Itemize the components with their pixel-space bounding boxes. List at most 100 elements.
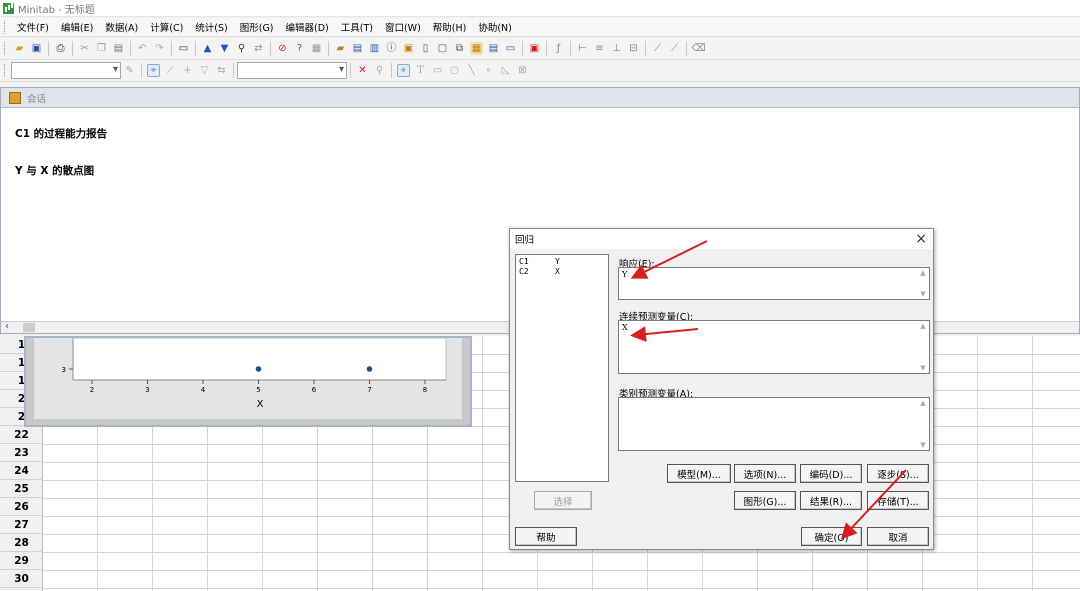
- graph-window[interactable]: 3 2 3 4 5 6 7 8 X: [24, 336, 472, 427]
- plus-icon[interactable]: +: [181, 64, 194, 77]
- data-icon[interactable]: ▥: [368, 42, 381, 55]
- graph-item-combo[interactable]: [11, 62, 121, 79]
- filter-icon[interactable]: ▽: [198, 64, 211, 77]
- session-icon[interactable]: ▰: [334, 42, 347, 55]
- cancel-button[interactable]: 取消: [867, 527, 929, 546]
- row-header[interactable]: 24: [0, 462, 43, 480]
- panel-icon[interactable]: ▭: [504, 42, 517, 55]
- pointer-icon[interactable]: ⌖: [397, 64, 410, 77]
- tree-icon[interactable]: ⊢: [576, 42, 589, 55]
- menu-tools[interactable]: 工具(T): [335, 20, 379, 34]
- row-header[interactable]: 30: [0, 570, 43, 588]
- report-icon[interactable]: ▯: [419, 42, 432, 55]
- close-icon[interactable]: ×: [915, 231, 927, 247]
- undo-icon[interactable]: ↶: [136, 42, 149, 55]
- brush-icon[interactable]: ⟋: [651, 42, 664, 55]
- menu-window[interactable]: 窗口(W): [379, 20, 427, 34]
- cancel-icon[interactable]: ⊘: [276, 42, 289, 55]
- options-button[interactable]: 选项(N)...: [734, 464, 796, 483]
- menu-editor[interactable]: 编辑器(D): [280, 20, 335, 34]
- fx-icon[interactable]: ƒ: [552, 42, 565, 55]
- session-output-line[interactable]: Y 与 X 的散点图: [15, 163, 107, 178]
- variable-item[interactable]: C2 X: [519, 267, 605, 277]
- eraser-icon[interactable]: ⌫: [691, 42, 705, 55]
- replace-icon[interactable]: ⇄: [252, 42, 265, 55]
- swap-icon[interactable]: ⇆: [215, 64, 228, 77]
- ellipse-icon[interactable]: ○: [448, 64, 461, 77]
- categorical-predictors-field[interactable]: ▲ ▼: [618, 397, 930, 451]
- close-all-icon[interactable]: ▣: [528, 42, 541, 55]
- graph-icon[interactable]: ▤: [351, 42, 364, 55]
- row-header[interactable]: 29: [0, 552, 43, 570]
- rectangle-icon[interactable]: ▭: [431, 64, 444, 77]
- cut-icon[interactable]: ✂: [78, 42, 91, 55]
- zoom-icon[interactable]: ⚲: [373, 64, 386, 77]
- model-button[interactable]: 模型(M)...: [667, 464, 731, 483]
- redo-icon[interactable]: ↷: [153, 42, 166, 55]
- polygon-icon[interactable]: ◺: [499, 64, 512, 77]
- scroll-down-icon[interactable]: ▼: [920, 290, 925, 298]
- menu-stat[interactable]: 统计(S): [189, 20, 233, 34]
- row-header[interactable]: 22: [0, 426, 43, 444]
- session-output-line[interactable]: C1 的过程能力报告: [15, 126, 107, 141]
- brush-tool-icon[interactable]: ⟋: [164, 64, 177, 77]
- menu-calc[interactable]: 计算(C): [144, 20, 189, 34]
- indent-icon[interactable]: ≡: [593, 42, 606, 55]
- down-arrow-icon[interactable]: ▼: [218, 42, 231, 55]
- delete-x-icon[interactable]: ✕: [356, 64, 369, 77]
- row-header[interactable]: 25: [0, 480, 43, 498]
- help-button[interactable]: 帮助: [515, 527, 577, 546]
- data-point[interactable]: [255, 366, 262, 372]
- tool-icon[interactable]: ⟋: [668, 42, 681, 55]
- open-icon[interactable]: ▰: [13, 42, 26, 55]
- select-button[interactable]: 选择: [534, 491, 592, 510]
- menu-assistant[interactable]: 协助(N): [472, 20, 518, 34]
- scroll-up-icon[interactable]: ▲: [920, 399, 925, 407]
- variable-item[interactable]: C1 Y: [519, 257, 605, 267]
- info-icon[interactable]: ▦: [310, 42, 323, 55]
- table-icon[interactable]: ⧉: [453, 42, 466, 55]
- menu-data[interactable]: 数据(A): [99, 20, 144, 34]
- menu-file[interactable]: 文件(F): [11, 20, 55, 34]
- row-header[interactable]: 27: [0, 516, 43, 534]
- text-icon[interactable]: T: [414, 64, 427, 77]
- help-icon[interactable]: ?: [293, 42, 306, 55]
- save-icon[interactable]: ▣: [30, 42, 43, 55]
- graph-font-combo[interactable]: [237, 62, 347, 79]
- project-icon[interactable]: ⓘ: [385, 42, 398, 55]
- chart-icon[interactable]: ⊥: [610, 42, 623, 55]
- data-point[interactable]: [366, 366, 373, 372]
- scroll-up-icon[interactable]: ▲: [920, 269, 925, 277]
- scroll-up-icon[interactable]: ▲: [920, 322, 925, 330]
- ok-button[interactable]: 确定(O): [801, 527, 862, 546]
- continuous-predictors-field[interactable]: X ▲ ▼: [618, 320, 930, 374]
- history-icon[interactable]: ▣: [402, 42, 415, 55]
- grid-icon[interactable]: ▦: [470, 42, 483, 55]
- dot-icon[interactable]: ∘: [482, 64, 495, 77]
- scroll-thumb[interactable]: [23, 323, 35, 332]
- edit-select-icon[interactable]: ✎: [123, 64, 136, 77]
- results-button[interactable]: 结果(R)...: [800, 491, 862, 510]
- scroll-down-icon[interactable]: ▼: [920, 364, 925, 372]
- scroll-down-icon[interactable]: ▼: [920, 441, 925, 449]
- response-field[interactable]: Y ▲ ▼: [618, 267, 930, 300]
- line-icon[interactable]: ╲: [465, 64, 478, 77]
- variable-list[interactable]: C1 Y C2 X: [515, 254, 609, 482]
- graphs-button[interactable]: 图形(G)...: [734, 491, 796, 510]
- stepwise-button[interactable]: 逐步(S)...: [867, 464, 929, 483]
- marker-icon[interactable]: ⊠: [516, 64, 529, 77]
- field-scrollbar[interactable]: ▲ ▼: [918, 269, 928, 298]
- row-header[interactable]: 28: [0, 534, 43, 552]
- print-icon[interactable]: ⎙: [54, 42, 67, 55]
- storage-button[interactable]: 存储(T)...: [867, 491, 929, 510]
- row-header[interactable]: 23: [0, 444, 43, 462]
- edit-icon[interactable]: ⊟: [627, 42, 640, 55]
- select-icon[interactable]: ⌖: [147, 64, 160, 77]
- field-scrollbar[interactable]: ▲ ▼: [918, 399, 928, 449]
- row-header[interactable]: 26: [0, 498, 43, 516]
- find-icon[interactable]: ⚲: [235, 42, 248, 55]
- split-icon[interactable]: ▤: [487, 42, 500, 55]
- window-icon[interactable]: ▭: [177, 42, 190, 55]
- menu-help[interactable]: 帮助(H): [427, 20, 473, 34]
- menu-edit[interactable]: 编辑(E): [55, 20, 99, 34]
